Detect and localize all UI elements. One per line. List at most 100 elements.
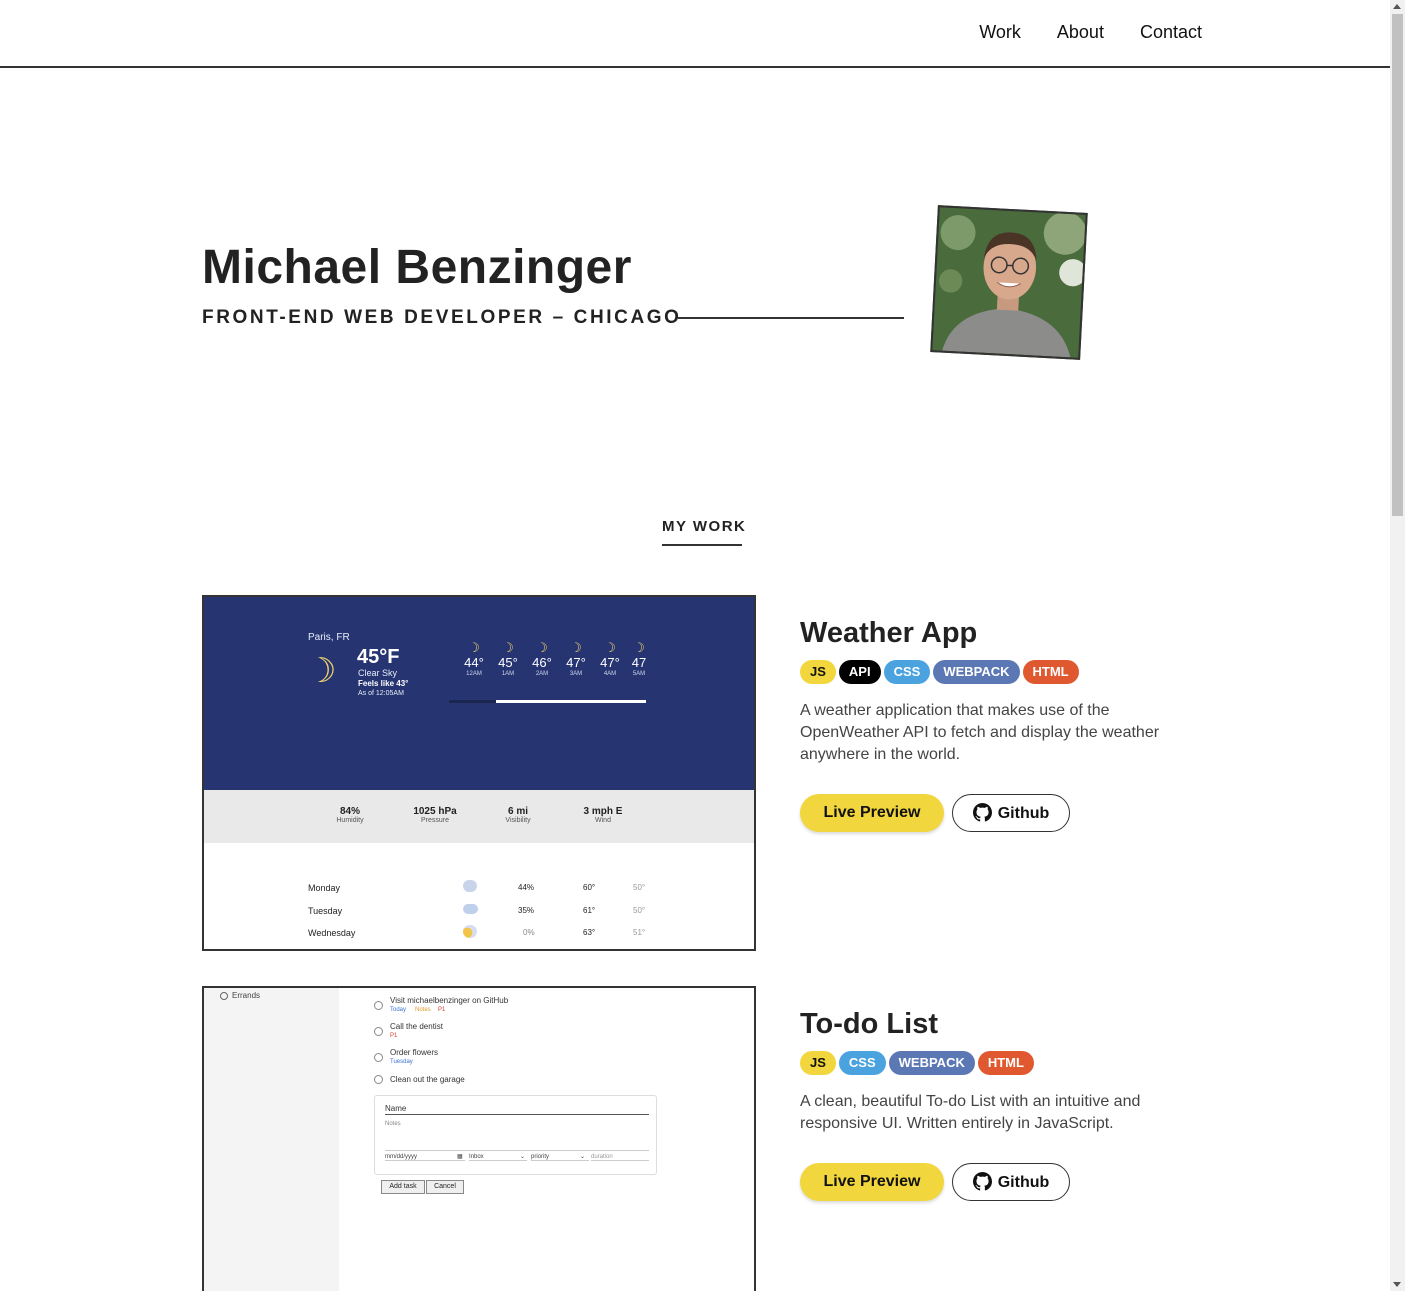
project-tags-todo: JS CSS WEBPACK HTML [800,1051,1034,1075]
github-button[interactable]: Github [952,794,1070,832]
page-scrollbar[interactable] [1390,0,1405,1291]
duration-input[interactable]: duration [591,1154,649,1161]
nav-contact-link[interactable]: Contact [1140,22,1202,43]
todo-app-screenshot: Errands Visit michaelbenzinger on GitHub… [202,986,756,1291]
moon-icon: ☽ [633,641,645,655]
calendar-icon: ▦ [457,1154,463,1160]
task-priority: P1 [438,1007,446,1013]
nav-links: Work About Contact [943,22,1202,43]
weather-feels-like: Feels like 43° [358,679,409,688]
hourly-temp: 47 [631,655,647,670]
live-preview-button[interactable]: Live Preview [800,794,944,832]
project-description-todo: A clean, beautiful To-do List with an in… [800,1093,1141,1132]
hourly-time: 1AM [501,671,515,677]
rain-cloud-icon [463,880,477,892]
github-label: Github [997,805,1050,822]
scroll-up-arrow-icon[interactable] [1393,4,1401,9]
circle-icon [220,992,228,1000]
cloud-icon [463,904,478,914]
project-select[interactable]: Inbox [469,1154,527,1161]
tag-webpack: WEBPACK [888,1051,975,1075]
hourly-time: 4AM [603,671,617,677]
weather-as-of: As of 12:05AM [358,690,404,697]
hourly-item: ☽ 47° 3AM [559,640,593,678]
weather-daily-forecast: Monday 44% 60° 50° Tuesday 35% 61° 50° W… [204,843,754,949]
tag-api: API [838,660,881,684]
stat-value: 84% [339,806,360,817]
hourly-scroll-thumb[interactable] [496,700,646,703]
task-date-input[interactable]: mm/dd/yyyy [385,1154,465,1161]
hero-name: Michael Benzinger [202,241,632,294]
task-checkbox [374,1075,383,1084]
add-task-form: Name Notes mm/dd/yyyy ▦ Inbox ⌄ priority… [374,1095,657,1175]
weather-header-panel: Paris, FR ☽ 45°F Clear Sky Feels like 43… [204,597,754,790]
chevron-down-icon: ⌄ [520,1154,526,1160]
weather-condition: Clear Sky [358,668,398,678]
cancel-button[interactable]: Cancel [426,1180,464,1194]
weather-location: Paris, FR [308,632,350,643]
stat-label: Humidity [336,817,364,824]
github-button[interactable]: Github [952,1163,1070,1201]
weather-stats-bar: 84% Humidity 1025 hPa Pressure 6 mi Visi… [204,790,754,843]
moon-icon: ☽ [306,652,337,690]
task-name-input[interactable]: Name [385,1104,649,1115]
nav-about-link[interactable]: About [1057,22,1104,43]
tag-js: JS [800,1051,836,1075]
scroll-down-arrow-icon[interactable] [1393,1282,1401,1287]
my-work-heading: MY WORK [662,518,747,535]
tag-js: JS [800,660,836,684]
scrollbar-thumb[interactable] [1392,14,1403,516]
task-checkbox [374,1027,383,1036]
profile-photo [930,205,1088,360]
todo-sidebar: Errands [204,988,339,1291]
moon-icon: ☽ [536,640,548,655]
tag-css: CSS [883,660,931,684]
stat-humidity: 84% Humidity [320,806,380,824]
my-work-underline [662,544,742,546]
task-name: Visit michaelbenzinger on GitHub [390,996,509,1005]
task-name: Order flowers [390,1048,439,1057]
moon-icon: ☽ [502,640,514,655]
daily-high: 63° [583,928,596,937]
add-task-button[interactable]: Add task [381,1180,425,1194]
nav-work-link[interactable]: Work [979,22,1021,43]
portrait-image [932,207,1086,358]
github-icon [972,1172,992,1191]
stat-pressure: 1025 hPa Pressure [400,806,470,824]
daily-precip: 44% [518,883,535,892]
project-tags-weather: JS API CSS WEBPACK HTML [800,660,1079,684]
daily-day: Wednesday [308,928,356,938]
daily-low: 51° [633,928,646,937]
tag-html: HTML [977,1051,1034,1075]
weather-temp: 45°F [357,646,400,668]
live-preview-button[interactable]: Live Preview [800,1163,944,1201]
task-name: Clean out the garage [390,1075,465,1084]
moon-icon: ☽ [468,640,480,655]
hero-subtitle: FRONT-END WEB DEVELOPER – CHICAGO [202,307,682,328]
hourly-time: 12AM [466,671,482,677]
chevron-down-icon: ⌄ [580,1154,586,1160]
hourly-temp: 44° [464,655,484,670]
daily-low: 50° [633,883,646,892]
hourly-item: ☽ 47 5AM [627,641,651,677]
hourly-time: 3AM [569,671,583,677]
daily-precip: 0% [523,928,535,937]
task-notes-input[interactable]: Notes [385,1121,649,1151]
stat-label: Pressure [420,817,449,824]
hourly-item: ☽ 44° 12AM [457,640,491,678]
hourly-time: 5AM [632,671,646,677]
task-priority: P1 [390,1033,398,1039]
moon-icon: ☽ [570,640,582,655]
daily-high: 61° [583,906,596,915]
stat-value: 6 mi [507,806,528,817]
hourly-item: ☽ 46° 2AM [525,640,559,678]
task-checkbox [374,1001,383,1010]
stat-label: Wind [595,817,611,824]
task-date: Tuesday [390,1059,413,1065]
stat-value: 3 mph E [583,806,623,817]
project-description-weather: A weather application that makes use of … [800,702,1160,763]
hero-divider [678,317,904,319]
daily-high: 60° [583,883,596,892]
stat-value: 1025 hPa [413,806,457,817]
hourly-temp: 46° [532,655,552,670]
